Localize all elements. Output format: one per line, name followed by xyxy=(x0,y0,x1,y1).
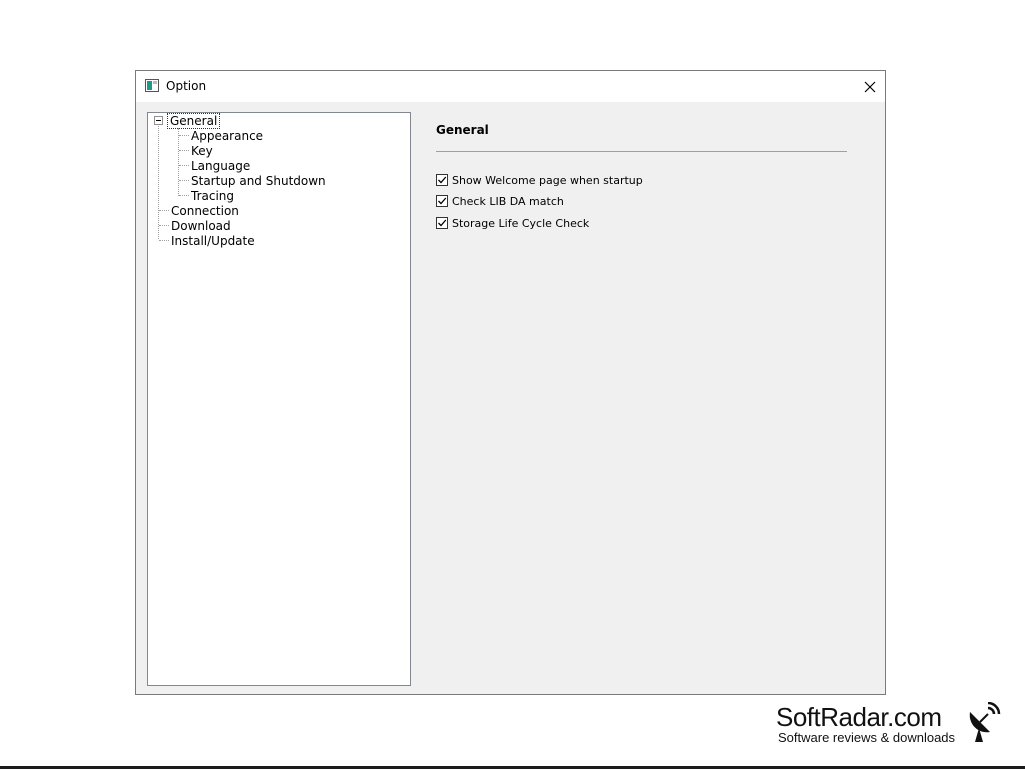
tree-line xyxy=(179,150,189,151)
collapse-toggle-general[interactable] xyxy=(154,116,163,125)
tree-line xyxy=(159,225,169,226)
watermark-title: SoftRadar.com xyxy=(776,702,942,732)
tree-item-tracing[interactable]: Tracing xyxy=(191,189,234,204)
title-bar[interactable]: Option xyxy=(136,71,885,102)
tree-item-general[interactable]: General xyxy=(166,113,221,129)
tree-item-install-update[interactable]: Install/Update xyxy=(171,234,255,249)
checkbox-label: Storage Life Cycle Check xyxy=(452,216,590,230)
app-icon xyxy=(145,79,159,92)
checkbox[interactable] xyxy=(436,195,448,207)
storage-life-cycle-checkbox[interactable]: Storage Life Cycle Check xyxy=(436,215,589,231)
close-icon xyxy=(864,81,876,92)
checkmark-icon xyxy=(438,219,447,227)
check-lib-da-checkbox[interactable]: Check LIB DA match xyxy=(436,193,564,209)
tree-item-appearance[interactable]: Appearance xyxy=(191,129,263,144)
options-dialog: Option General Appearance Key Language S… xyxy=(135,70,886,695)
tree-item-key[interactable]: Key xyxy=(191,144,213,159)
tree-item-label: Download xyxy=(171,219,231,233)
tree-line xyxy=(159,210,169,211)
tree-line xyxy=(159,240,169,241)
checkbox-label: Check LIB DA match xyxy=(452,194,564,208)
tree-line xyxy=(179,135,189,136)
checkbox[interactable] xyxy=(436,217,448,229)
tree-item-label: Key xyxy=(191,144,213,158)
tree-line xyxy=(179,195,189,196)
tree-item-language[interactable]: Language xyxy=(191,159,250,174)
checkbox-label: Show Welcome page when startup xyxy=(452,173,643,187)
satellite-dish-icon xyxy=(969,702,1001,742)
tree-item-label: Language xyxy=(191,159,251,173)
tree-item-label: Tracing xyxy=(191,189,235,203)
tree-item-label: Appearance xyxy=(191,129,264,143)
tree-line xyxy=(179,165,189,166)
watermark-subtitle: Software reviews & downloads xyxy=(778,730,956,745)
options-tree[interactable]: General Appearance Key Language Startup … xyxy=(147,112,411,686)
checkbox[interactable] xyxy=(436,174,448,186)
checkmark-icon xyxy=(438,197,447,205)
tree-item-label: Startup and Shutdown xyxy=(191,174,326,188)
tree-item-label: General xyxy=(166,113,221,129)
tree-line xyxy=(178,128,179,196)
tree-item-label: Connection xyxy=(171,204,239,218)
tree-item-label: Install/Update xyxy=(171,234,255,248)
tree-item-startup-shutdown[interactable]: Startup and Shutdown xyxy=(191,174,326,189)
checkmark-icon xyxy=(438,176,447,184)
panel-title: General xyxy=(436,123,489,137)
tree-item-connection[interactable]: Connection xyxy=(171,204,239,219)
tree-item-download[interactable]: Download xyxy=(171,219,231,234)
separator xyxy=(436,151,847,152)
show-welcome-checkbox[interactable]: Show Welcome page when startup xyxy=(436,172,643,188)
tree-line xyxy=(179,180,189,181)
close-button[interactable] xyxy=(855,71,885,102)
tree-line xyxy=(158,126,159,239)
window-title: Option xyxy=(166,79,207,93)
softradar-watermark: SoftRadar.com Software reviews & downloa… xyxy=(776,702,1006,750)
